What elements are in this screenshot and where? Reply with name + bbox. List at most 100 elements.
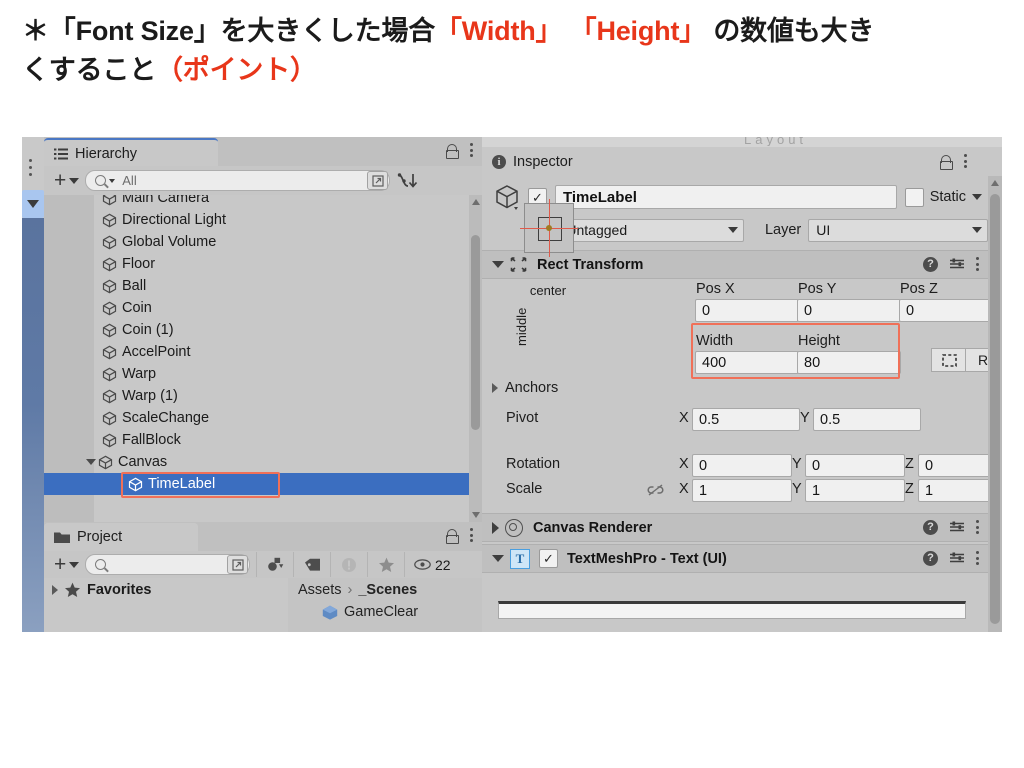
asset-type-filter-icon[interactable]: [256, 552, 293, 577]
pos-x-input[interactable]: 0: [695, 299, 799, 322]
lock-icon[interactable]: [446, 144, 457, 157]
chevron-right-icon[interactable]: [492, 383, 498, 393]
gameobject-cube-icon[interactable]: [492, 182, 522, 212]
scroll-up-icon[interactable]: [472, 199, 480, 205]
hierarchy-item[interactable]: Warp (1): [44, 385, 482, 407]
raw-edit-button[interactable]: R: [965, 348, 988, 372]
textmeshpro-enabled-checkbox[interactable]: ✓: [539, 549, 558, 568]
hierarchy-item[interactable]: Ball: [44, 275, 482, 297]
anchors-foldout[interactable]: Anchors: [492, 380, 558, 396]
preset-icon[interactable]: [949, 257, 965, 271]
hierarchy-tree[interactable]: Main CameraDirectional LightGlobal Volum…: [44, 195, 482, 522]
hierarchy-item[interactable]: Canvas: [44, 451, 482, 473]
toolbar-layout-label[interactable]: Layout: [744, 137, 1000, 146]
textmeshpro-text-input[interactable]: [498, 601, 966, 619]
project-favorites-tree[interactable]: Favorites: [44, 578, 296, 632]
hierarchy-item[interactable]: Floor: [44, 253, 482, 275]
preset-icon[interactable]: [949, 520, 965, 534]
hierarchy-search-input[interactable]: All: [85, 170, 390, 191]
chevron-right-icon[interactable]: [492, 522, 499, 534]
scale-z-input[interactable]: 1: [918, 479, 988, 502]
hierarchy-item[interactable]: AccelPoint: [44, 341, 482, 363]
tag-dropdown[interactable]: Untagged: [558, 219, 744, 242]
hierarchy-item[interactable]: Global Volume: [44, 231, 482, 253]
label-filter-icon[interactable]: [293, 552, 330, 577]
width-input[interactable]: 400: [695, 351, 799, 374]
lock-icon[interactable]: [446, 529, 457, 542]
inspector-panel: Layout i Inspector ✓ TimeLabel: [482, 137, 1002, 632]
chevron-right-icon[interactable]: [52, 585, 58, 595]
rail-kebab-menu-icon[interactable]: [29, 159, 33, 177]
rotation-z-input[interactable]: 0: [918, 454, 988, 477]
rect-transform-header[interactable]: Rect Transform ?: [482, 250, 988, 279]
kebab-menu-icon[interactable]: [976, 256, 980, 272]
search-expand-button[interactable]: [367, 171, 388, 190]
static-checkbox[interactable]: [905, 188, 924, 207]
scale-x-input[interactable]: 1: [692, 479, 792, 502]
tab-project[interactable]: Project: [44, 523, 198, 551]
scroll-up-icon[interactable]: [991, 180, 999, 186]
kebab-menu-icon[interactable]: [470, 142, 474, 158]
help-icon[interactable]: ?: [923, 551, 938, 566]
hierarchy-item[interactable]: Main Camera: [44, 195, 482, 209]
kebab-menu-icon[interactable]: [964, 153, 968, 169]
breadcrumb-root[interactable]: Assets: [298, 582, 342, 598]
textmeshpro-icon: T: [510, 549, 530, 569]
chevron-down-icon[interactable]: [86, 459, 96, 465]
chevron-down-icon[interactable]: [492, 555, 504, 562]
chevron-down-icon[interactable]: [972, 194, 982, 200]
pivot-x-input[interactable]: 0.5: [692, 408, 800, 431]
inspector-scrollbar[interactable]: [988, 176, 1002, 632]
create-object-button[interactable]: +: [44, 170, 85, 191]
project-search-input[interactable]: [85, 554, 250, 575]
lock-icon[interactable]: [940, 155, 951, 168]
pivot-y-input[interactable]: 0.5: [813, 408, 921, 431]
favorite-filter-icon[interactable]: [367, 552, 404, 577]
kebab-menu-icon[interactable]: [976, 550, 980, 566]
breadcrumb-current[interactable]: _Scenes: [358, 582, 417, 598]
scrollbar-thumb[interactable]: [471, 235, 480, 430]
chevron-down-icon[interactable]: [492, 261, 504, 268]
tab-inspector[interactable]: i Inspector: [482, 148, 656, 176]
hierarchy-item[interactable]: Coin (1): [44, 319, 482, 341]
tab-hierarchy[interactable]: Hierarchy: [44, 138, 218, 168]
hierarchy-scrollbar[interactable]: [469, 195, 482, 522]
pos-z-input[interactable]: 0: [899, 299, 988, 322]
kebab-menu-icon[interactable]: [976, 519, 980, 535]
gameobject-name-input[interactable]: TimeLabel: [555, 185, 897, 209]
visible-count[interactable]: 22: [404, 552, 459, 577]
height-input[interactable]: 80: [797, 351, 901, 374]
star-icon: [64, 582, 81, 598]
breadcrumb[interactable]: Assets › _Scenes: [288, 578, 482, 598]
preset-icon[interactable]: [949, 551, 965, 565]
link-broken-icon[interactable]: [647, 483, 664, 501]
textmeshpro-header[interactable]: T ✓ TextMeshPro - Text (UI) ?: [482, 544, 988, 573]
pos-y-input[interactable]: 0: [797, 299, 901, 322]
hierarchy-item[interactable]: Directional Light: [44, 209, 482, 231]
hierarchy-item-selected[interactable]: TimeLabel: [44, 473, 482, 495]
heading-part-2: の数値も大き: [713, 16, 874, 46]
rail-dropdown-button[interactable]: [22, 190, 44, 218]
hierarchy-item[interactable]: Coin: [44, 297, 482, 319]
static-toggle-group[interactable]: Static: [905, 188, 988, 207]
canvas-renderer-header[interactable]: Canvas Renderer ?: [482, 513, 988, 542]
scrollbar-thumb[interactable]: [990, 194, 1000, 624]
sort-icon[interactable]: [396, 171, 418, 191]
tab-inspector-label: Inspector: [513, 154, 573, 170]
hierarchy-item[interactable]: Warp: [44, 363, 482, 385]
help-icon[interactable]: ?: [923, 257, 938, 272]
blueprint-mode-button[interactable]: [931, 348, 966, 372]
layer-dropdown[interactable]: UI: [808, 219, 988, 242]
scroll-down-icon[interactable]: [472, 512, 480, 518]
kebab-menu-icon[interactable]: [470, 527, 474, 543]
hierarchy-item[interactable]: FallBlock: [44, 429, 482, 451]
rotation-y-input[interactable]: 0: [805, 454, 905, 477]
hierarchy-item[interactable]: ScaleChange: [44, 407, 482, 429]
create-asset-button[interactable]: +: [44, 554, 85, 575]
list-item[interactable]: GameClear: [288, 598, 482, 620]
rotation-x-input[interactable]: 0: [692, 454, 792, 477]
search-expand-button[interactable]: [227, 555, 248, 574]
scale-y-input[interactable]: 1: [805, 479, 905, 502]
help-icon[interactable]: ?: [923, 520, 938, 535]
anchor-preset-widget[interactable]: [524, 203, 574, 253]
